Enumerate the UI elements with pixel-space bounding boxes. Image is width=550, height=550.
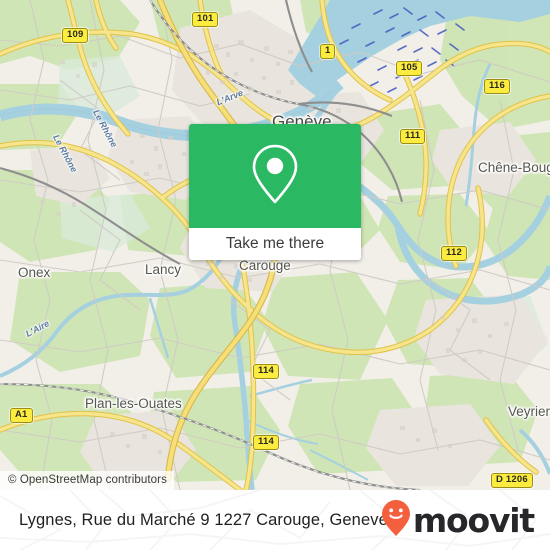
map-pin-icon [250, 143, 300, 210]
address-text: Lygnes, Rue du Marché 9 1227 Carouge, Ge… [19, 510, 388, 529]
moovit-smiley-pin-icon [381, 499, 411, 542]
route-shield[interactable]: A1 [10, 408, 33, 423]
take-me-there-button[interactable]: Take me there [189, 228, 361, 260]
route-shield[interactable]: 1 [320, 44, 336, 59]
destination-card[interactable]: Take me there [189, 124, 361, 260]
route-shield[interactable]: 101 [192, 12, 219, 27]
card-hero [189, 124, 361, 228]
footer-bar: Lygnes, Rue du Marché 9 1227 Carouge, Ge… [0, 490, 550, 550]
route-shield[interactable]: 112 [441, 246, 467, 261]
screenshot-root: Genève Chêne-Boug Carouge Lancy Onex Pla… [0, 0, 550, 550]
route-shield[interactable]: 114 [253, 435, 279, 450]
map-attribution[interactable]: © OpenStreetMap contributors [0, 471, 174, 490]
take-me-there-label: Take me there [225, 235, 325, 252]
route-shield[interactable]: 114 [253, 364, 279, 379]
route-shield[interactable]: 111 [400, 129, 426, 144]
moovit-logo[interactable]: moovit [381, 490, 535, 550]
route-shield[interactable]: 105 [396, 61, 423, 76]
route-shield[interactable]: 116 [484, 79, 510, 94]
route-shield[interactable]: D 1206 [491, 473, 533, 488]
route-shield[interactable]: 109 [62, 28, 89, 43]
moovit-wordmark: moovit [412, 500, 535, 540]
